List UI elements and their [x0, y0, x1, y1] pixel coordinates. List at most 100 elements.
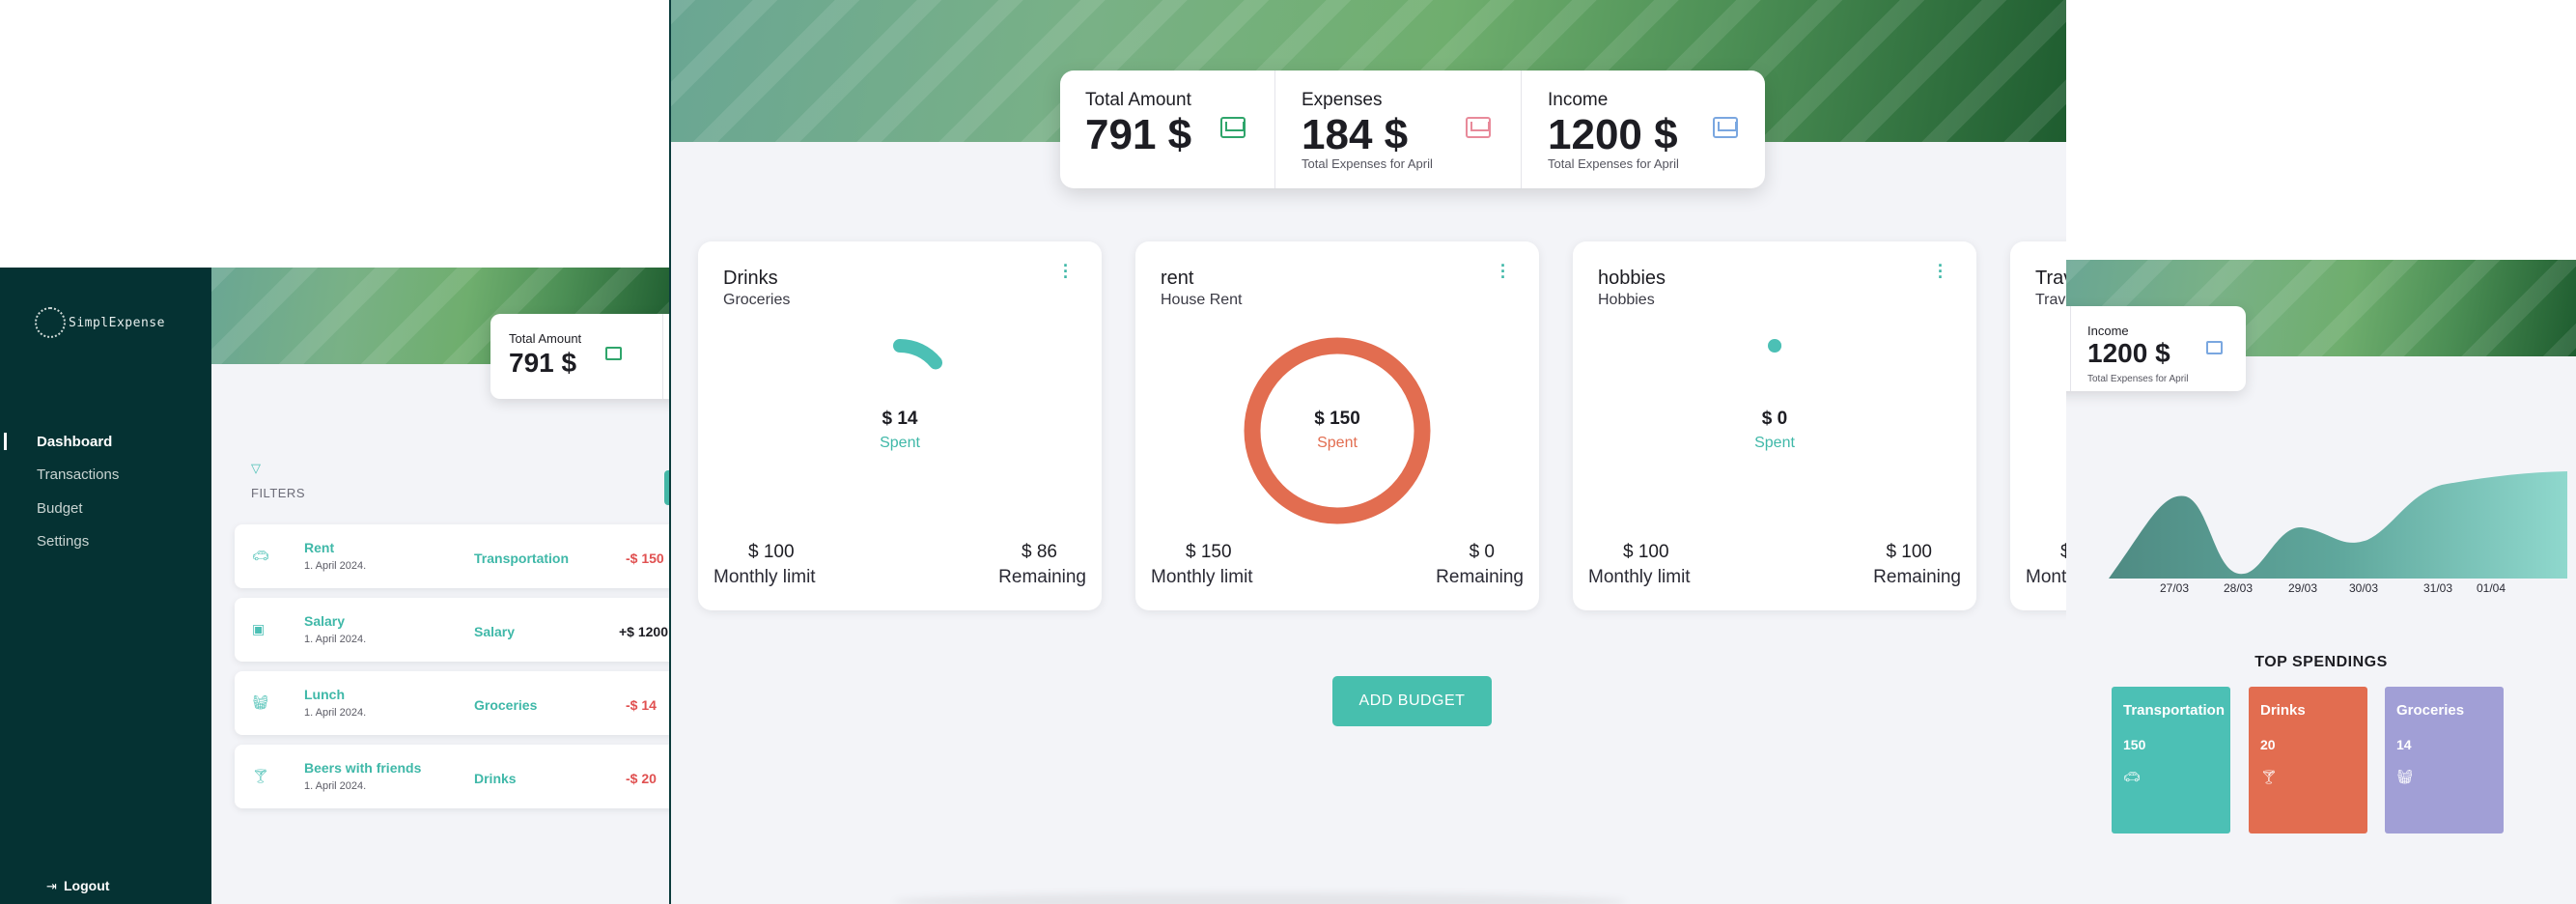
sidebar-item-settings[interactable]: Settings: [37, 533, 89, 550]
add-budget-button[interactable]: ADD BUDGET: [1332, 676, 1492, 726]
transaction-date: 1. April 2024.: [304, 780, 367, 792]
filters-label[interactable]: FILTERS: [251, 486, 305, 500]
spending-value: 14: [2396, 737, 2412, 752]
logout-button[interactable]: Logout: [64, 878, 109, 893]
transaction-amount: +$ 1200: [619, 624, 668, 639]
cash-icon: ▣: [252, 621, 266, 636]
income-wallet-icon: [1713, 117, 1738, 138]
budget-title: hobbies: [1598, 268, 1666, 289]
divider: [1521, 71, 1522, 188]
transaction-name: Lunch: [304, 687, 345, 702]
table-row[interactable]: 🚗︎ Rent 1. April 2024. Transportation -$…: [235, 524, 669, 588]
remaining-value: $ 86: [1022, 542, 1057, 562]
spent-label: Spent: [1754, 435, 1795, 451]
monthly-limit-value: $ 100: [1623, 542, 1669, 562]
cocktail-icon: 🍸︎: [252, 768, 269, 783]
spent-value: $ 150: [1314, 409, 1360, 429]
spent-label: Spent: [1317, 435, 1358, 451]
monthly-limit-label: Monthly limit: [1588, 567, 1691, 587]
filter-icon[interactable]: ▽: [251, 461, 261, 476]
transaction-category: Transportation: [474, 551, 570, 566]
spending-name: Drinks: [2260, 702, 2306, 719]
budget-subtitle: Hobbies: [1598, 292, 1655, 308]
summary-card: ril Income 1200 $ Total Expenses for Apr…: [2066, 306, 2246, 391]
chart-x-label: 31/03: [2423, 581, 2453, 595]
basket-icon: 🧺︎: [252, 694, 269, 710]
chart-x-label: 29/03: [2288, 581, 2318, 595]
budget-card: hobbies Hobbies · · · $ 0 Spent $ 100 Mont…: [1573, 241, 1976, 610]
total-amount-label: Total Amount: [509, 331, 582, 346]
more-options-icon[interactable]: · · ·: [1063, 257, 1069, 286]
transaction-category: Drinks: [474, 771, 517, 786]
budget-card: Trav Trav $ Mont: [2010, 241, 2066, 610]
spending-area: [2109, 471, 2567, 579]
car-icon: 🚗︎: [2123, 769, 2141, 784]
app-logo-text[interactable]: SimplExpense: [69, 316, 165, 330]
spending-card-groceries[interactable]: Groceries 14 🧺︎: [2385, 687, 2504, 833]
budget-card: rent House Rent · · · $ 150 Spent $ 150 Mo…: [1135, 241, 1539, 610]
income-value: 1200 $: [2087, 338, 2170, 368]
divider: [662, 314, 663, 399]
spending-value: 20: [2260, 737, 2276, 752]
expenses-subtitle: Total Expenses for April: [1302, 156, 1433, 171]
budget-progress-ring: [1722, 339, 1828, 445]
cocktail-icon: 🍸︎: [2260, 769, 2278, 784]
spent-label: Spent: [880, 435, 920, 451]
budget-progress-ring: [1244, 337, 1431, 524]
spending-card-drinks[interactable]: Drinks 20 🍸︎: [2249, 687, 2367, 833]
more-options-icon[interactable]: · · ·: [1500, 257, 1506, 286]
chart-x-label: 30/03: [2349, 581, 2379, 595]
total-amount-value: 791 $: [509, 348, 577, 378]
income-value: 1200 $: [1548, 111, 1678, 158]
transaction-date: 1. April 2024.: [304, 634, 367, 645]
table-row[interactable]: ▣ Salary 1. April 2024. Salary +$ 1200: [235, 598, 669, 662]
more-options-icon[interactable]: · · ·: [1938, 257, 1944, 286]
divider: [1274, 71, 1275, 188]
budget-subtitle: Groceries: [723, 292, 791, 308]
expenses-value: 184 $: [1302, 111, 1409, 158]
car-icon: 🚗︎: [252, 548, 269, 563]
wallet-icon: [1220, 117, 1246, 138]
monthly-limit-value: $ 100: [748, 542, 795, 562]
wallet-icon: [605, 347, 622, 360]
remaining-label: Remaining: [1873, 567, 1961, 587]
income-subtitle: Total Expenses for April: [1548, 156, 1679, 171]
chart-x-label: 28/03: [2224, 581, 2254, 595]
basket-icon: 🧺︎: [2396, 769, 2414, 784]
table-row[interactable]: 🍸︎ Beers with friends 1. April 2024. Dri…: [235, 745, 669, 808]
dashboard-left-view: SimplExpense Dashboard Transactions Budg…: [0, 268, 669, 904]
expenses-label: Expenses: [1302, 90, 1383, 110]
logo-icon: [35, 307, 66, 338]
monthly-limit-value: $ 150: [1186, 542, 1232, 562]
income-wallet-icon: [2206, 341, 2223, 354]
monthly-limit-label: Monthly limit: [714, 567, 816, 587]
spending-area-chart: [2109, 471, 2567, 579]
budget-subtitle: House Rent: [1161, 292, 1243, 308]
dashboard-right-view: ril Income 1200 $ Total Expenses for Apr…: [2066, 260, 2576, 904]
monthly-limit-label: Monthly limit: [1151, 567, 1253, 587]
top-spendings-title: TOP SPENDINGS: [2254, 654, 2388, 670]
income-subtitle: Total Expenses for April: [2087, 374, 2189, 384]
sidebar-item-budget[interactable]: Budget: [37, 500, 83, 517]
remaining-label: Remaining: [998, 567, 1086, 587]
spent-value: $ 0: [1761, 409, 1788, 429]
footer-shadow: [893, 892, 1627, 904]
remaining-value: $ 0: [1469, 542, 1495, 562]
spending-card-transportation[interactable]: Transportation 150 🚗︎: [2112, 687, 2230, 833]
total-amount-label: Total Amount: [1085, 90, 1191, 110]
income-label: Income: [2087, 324, 2129, 338]
spending-name: Transportation: [2123, 702, 2226, 719]
progress-arc: [1244, 337, 1431, 524]
table-row[interactable]: 🧺︎ Lunch 1. April 2024. Groceries -$ 14: [235, 671, 669, 735]
transaction-category: Groceries: [474, 697, 538, 713]
chart-x-label: 01/04: [2477, 581, 2506, 595]
transaction-category: Salary: [474, 624, 516, 639]
budget-card: Drinks Groceries · · · $ 14 Spent $ 100 Mo…: [698, 241, 1102, 610]
summary-card: Total Amount 791 $ Expenses 184 $ Total …: [1060, 71, 1765, 188]
remaining-label: Remaining: [1436, 567, 1524, 587]
sidebar-item-transactions[interactable]: Transactions: [37, 466, 119, 483]
transaction-name: Beers with friends: [304, 760, 422, 776]
budget-title: rent: [1161, 268, 1194, 289]
transaction-name: Rent: [304, 540, 335, 555]
sidebar-item-dashboard[interactable]: Dashboard: [37, 434, 112, 450]
